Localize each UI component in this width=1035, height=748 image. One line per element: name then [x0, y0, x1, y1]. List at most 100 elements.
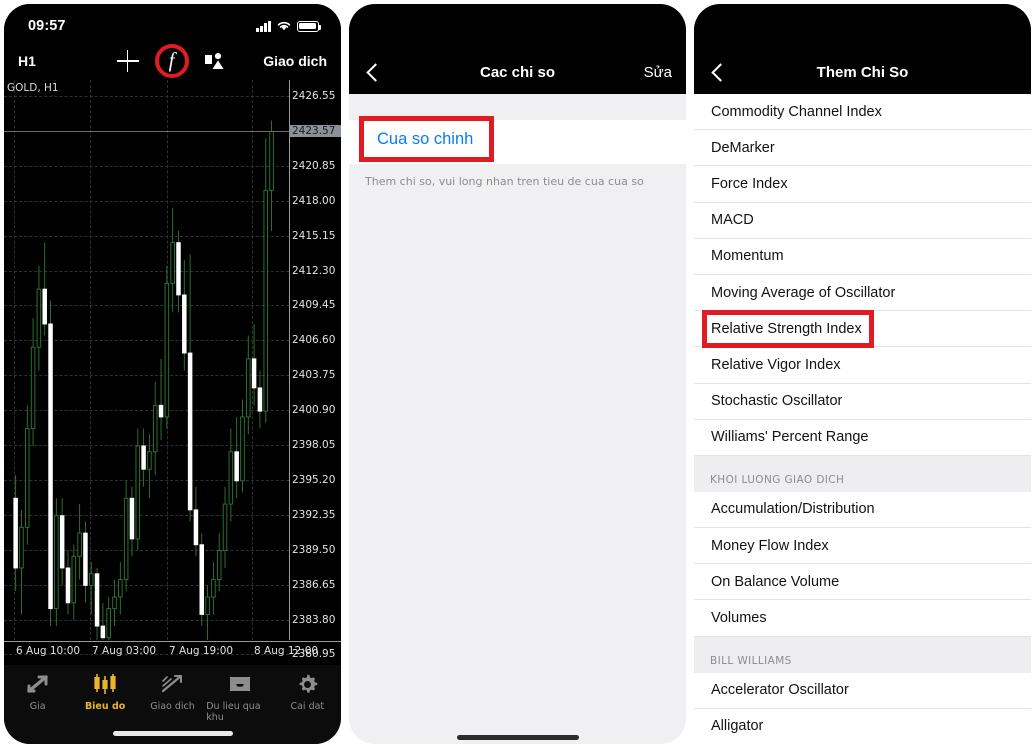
panel-chart: 09:57 H1 f Giao dich GOLD, H1 2426.55 24…: [0, 0, 345, 748]
list-item[interactable]: Relative Strength Index: [694, 311, 1031, 348]
price-tick-label: 2392.35: [292, 508, 336, 521]
candle: [13, 497, 18, 569]
price-tick-label: 2426.55: [292, 90, 336, 102]
list-item[interactable]: DeMarker: [694, 130, 1031, 167]
candle: [135, 445, 141, 540]
chart-toolbar: H1 f Giao dich: [4, 42, 341, 80]
trade-button[interactable]: Giao dich: [263, 53, 327, 69]
candle: [106, 608, 111, 639]
list-item[interactable]: Williams' Percent Range: [694, 419, 1031, 456]
candle: [77, 532, 82, 557]
function-f-icon[interactable]: f: [154, 44, 189, 78]
time-tick-label: 7 Aug 19:00: [169, 645, 234, 657]
list-item[interactable]: Accelerator Oscillator: [694, 672, 1031, 709]
price-tick-label: 2389.50: [292, 543, 336, 556]
list-section-header: KHOI LUONG GIAO DICH: [694, 455, 1031, 492]
chart-symbol-label: GOLD, H1: [7, 82, 59, 94]
candle: [170, 242, 175, 284]
status-bar: 09:57: [4, 4, 341, 42]
candle: [251, 358, 257, 389]
candle: [269, 131, 274, 191]
list-item-label: Williams' Percent Range: [711, 429, 869, 446]
price-tick-label: 2406.60: [292, 334, 336, 347]
chevron-left-icon[interactable]: [708, 61, 730, 83]
list-item[interactable]: Commodity Channel Index: [694, 94, 1031, 131]
current-price-line: [4, 130, 289, 132]
chevron-left-icon[interactable]: [363, 61, 385, 83]
price-tick-label: 2403.75: [292, 369, 336, 382]
list-item-label: Accelerator Oscillator: [711, 682, 849, 699]
candle: [59, 515, 65, 569]
objects-icon[interactable]: [204, 51, 229, 71]
price-chart[interactable]: GOLD, H1 2426.55 2423.57 2420.85 2418.00 241…: [4, 80, 341, 665]
status-time: 09:57: [28, 18, 66, 34]
list-section-header: BILL WILLIAMS: [694, 636, 1031, 673]
candlestick-chart-icon: [92, 671, 118, 697]
tab-label: Gia: [29, 701, 46, 712]
list-item-label: Accumulation/Distribution: [711, 501, 875, 518]
crosshair-plus-icon[interactable]: [116, 50, 139, 72]
list-item[interactable]: Accumulation/Distribution: [694, 491, 1031, 529]
candle: [147, 451, 152, 470]
price-axis[interactable]: 2426.55 2423.57 2420.85 2418.00 2415.15 2412.…: [289, 80, 341, 660]
home-indicator: [456, 735, 579, 740]
candle: [164, 282, 170, 418]
candle: [129, 497, 135, 540]
list-item-label: Volumes: [711, 610, 767, 627]
candle: [228, 451, 234, 505]
list-item-label: Commodity Channel Index: [711, 103, 882, 120]
candle: [54, 515, 59, 610]
list-item[interactable]: MACD: [694, 202, 1031, 239]
tab-gia[interactable]: Gia: [4, 671, 71, 744]
list-item-label: Money Flow Index: [711, 537, 829, 554]
candle: [141, 445, 146, 470]
candle: [187, 352, 193, 511]
candle: [123, 497, 129, 581]
list-item-label: Stochastic Oscillator: [711, 393, 843, 410]
list-item[interactable]: Relative Vigor Index: [694, 347, 1031, 384]
edit-button[interactable]: Sửa: [644, 64, 672, 81]
tab-cai-dat[interactable]: Cai dat: [274, 671, 341, 744]
tab-label: Cai dat: [290, 701, 325, 712]
candle: [36, 288, 42, 348]
list-item[interactable]: On Balance Volume: [694, 564, 1031, 601]
candle: [25, 428, 30, 528]
list-item-label: Force Index: [711, 175, 788, 192]
history-box-icon: [228, 671, 252, 697]
main-window-highlight[interactable]: Cua so chinh: [359, 116, 494, 162]
price-tick-label: 2420.85: [292, 159, 336, 172]
list-item-label: Alligator: [711, 718, 764, 735]
candle: [71, 555, 77, 604]
trade-arrow-icon: [160, 671, 186, 697]
list-item-label: Relative Strength Index: [711, 320, 862, 337]
candle: [257, 387, 263, 412]
list-item[interactable]: Stochastic Oscillator: [694, 383, 1031, 420]
candle: [211, 579, 216, 598]
candle: [263, 189, 268, 412]
time-tick-label: 6 Aug 10:00: [16, 645, 81, 657]
timeframe-button[interactable]: H1: [18, 53, 36, 69]
candle: [199, 544, 205, 615]
list-item-label: MACD: [711, 212, 754, 229]
candle: [30, 346, 36, 429]
screenshot-root: 09:57 H1 f Giao dich GOLD, H1 2426.55 24…: [0, 0, 1035, 748]
list-item[interactable]: Money Flow Index: [694, 528, 1031, 565]
candle: [240, 416, 245, 482]
candle: [246, 358, 251, 418]
tab-label: Giao dich: [150, 701, 195, 712]
list-item[interactable]: Force Index: [694, 166, 1031, 203]
quotes-arrow-icon: [26, 671, 50, 697]
time-tick-label: 7 Aug 03:00: [92, 645, 157, 657]
indicator-list[interactable]: Commodity Channel Index DeMarker Force Ind…: [694, 94, 1031, 744]
list-item[interactable]: Volumes: [694, 600, 1031, 637]
price-tick-label: 2380.95: [292, 648, 336, 661]
list-item[interactable]: Momentum: [694, 238, 1031, 275]
list-item-label: Relative Vigor Index: [711, 356, 841, 373]
list-item[interactable]: Alligator: [694, 708, 1031, 744]
main-window-highlight-label: Cua so chinh: [377, 129, 474, 148]
candle: [19, 526, 24, 569]
list-item-label: On Balance Volume: [711, 573, 840, 590]
candle: [216, 550, 222, 581]
candle: [176, 242, 181, 296]
list-item[interactable]: Moving Average of Oscillator: [694, 274, 1031, 312]
